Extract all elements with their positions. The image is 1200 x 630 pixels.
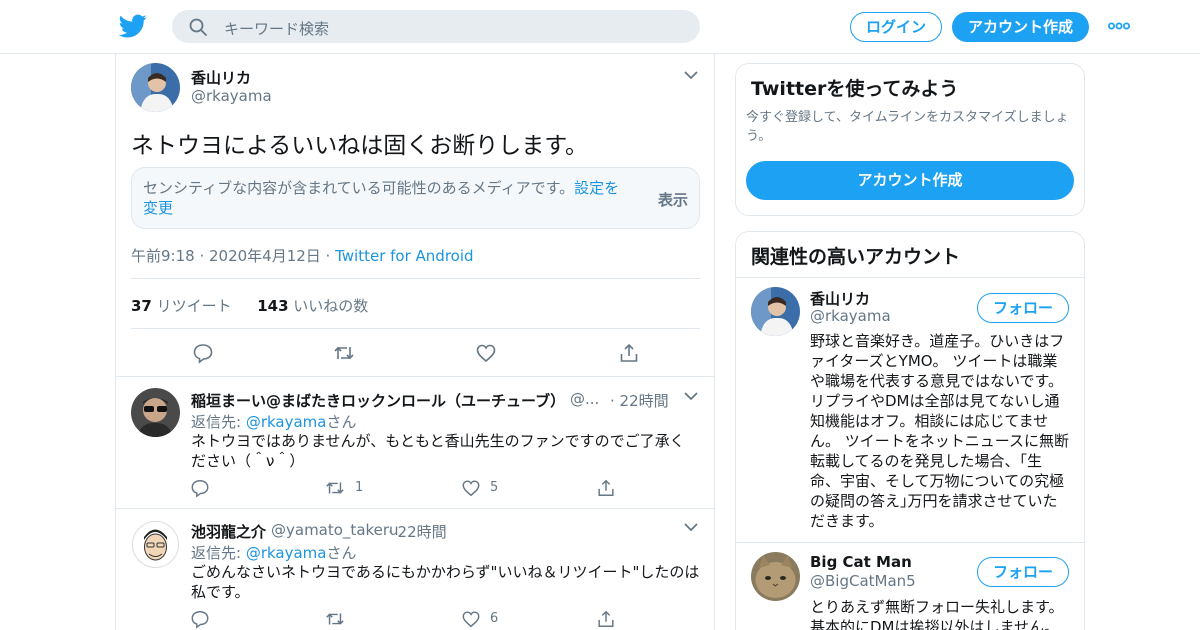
avatar[interactable] [131,520,180,569]
retweet-label[interactable]: リツイート [152,297,232,315]
user-photo-icon [131,388,180,437]
reply-author-handle[interactable]: @... [570,390,599,408]
divider [736,542,1084,543]
reply-to-prefix: 返信先: [191,413,246,431]
retweet-icon[interactable] [325,478,345,498]
share-icon[interactable] [618,342,640,364]
try-twitter-card: Twitterを使ってみよう 今すぐ登録して、タイムラインをカスタマイズしましょ… [735,63,1085,216]
sensitive-media-notice: センシティブな内容が含まれている可能性のあるメディアです。設定を変更 表示 [131,167,700,229]
reply-text: ネトウヨではありませんが、もともと香山先生のファンですのでご了承ください（＾ν＾… [191,432,685,470]
reply-to-line: 返信先: @rkayamaさん [191,542,357,563]
sensitive-notice-text: センシティブな内容が含まれている可能性のあるメディアです。 [143,179,575,197]
reply-to-prefix: 返信先: [191,544,246,562]
cat-photo-icon [751,552,800,601]
reply-to-suffix: さん [326,544,357,562]
try-twitter-title: Twitterを使ってみよう [751,78,959,100]
show-media-button[interactable]: 表示 [658,189,688,210]
reply-author-handle[interactable]: @yamato_takeru [271,521,399,539]
reply-author-name[interactable]: 池羽龍之介 [191,521,266,542]
like-count[interactable]: 6 [490,611,498,626]
related-accounts-card: 関連性の高いアカウント 香山リカ @rkayama フォロー 野球と音楽好き。道… [735,231,1085,630]
account-handle[interactable]: @rkayama [810,307,891,325]
tweet-timestamp[interactable]: 午前9:18 · 2020年4月12日 · [131,247,335,265]
retweet-count[interactable]: 37 [131,297,152,315]
avatar[interactable] [131,388,180,437]
divider [131,328,700,329]
retweet-icon[interactable] [333,342,355,364]
divider [116,508,714,509]
follow-button[interactable]: フォロー [977,557,1069,587]
reply-to-line: 返信先: @rkayamaさん [191,411,357,432]
account-name[interactable]: 香山リカ [810,288,870,309]
tweet-meta: 午前9:18 · 2020年4月12日 · Twitter for Androi… [131,245,474,266]
retweet-count[interactable]: 1 [355,480,363,495]
login-button[interactable]: ログイン [850,12,942,42]
reply-time[interactable]: · 22時間 [610,390,669,411]
divider [736,277,1084,278]
like-count[interactable]: 143 [257,297,288,315]
avatar[interactable] [751,287,800,336]
avatar[interactable] [751,552,800,601]
search-icon [189,18,207,36]
account-name[interactable]: Big Cat Man [810,553,912,571]
related-accounts-title: 関連性の高いアカウント [751,246,961,268]
top-bar: キーワード検索 ログイン アカウント作成 [0,0,1200,54]
like-label[interactable]: いいねの数 [289,297,368,315]
chevron-down-icon[interactable] [684,70,698,80]
like-icon[interactable] [461,609,481,629]
tweet-text: ネトウヨによるいいねは固くお断りします。 [131,133,589,159]
reply-to-link[interactable]: @rkayama [246,413,327,431]
share-icon[interactable] [596,609,616,629]
account-bio: とりあえず無断フォロー失礼します。基本的にDMは挨拶以外はしません。 [810,598,1064,630]
more-options-icon[interactable] [1108,22,1130,30]
like-icon[interactable] [475,342,497,364]
tweet-stats: 37 リツイート 143 いいねの数 [131,295,368,316]
search-input[interactable]: キーワード検索 [224,18,329,39]
chevron-down-icon[interactable] [684,522,698,532]
share-icon[interactable] [596,478,616,498]
reply-icon[interactable] [190,478,210,498]
try-twitter-subtitle: 今すぐ登録して、タイムラインをカスタマイズしましょう。 [746,110,1069,144]
divider [116,376,714,377]
search-bar[interactable]: キーワード検索 [172,10,700,43]
user-photo-icon [751,287,800,336]
retweet-icon[interactable] [325,609,345,629]
signup-button[interactable]: アカウント作成 [746,161,1074,200]
user-photo-icon [131,63,180,112]
tweet-author-handle[interactable]: @rkayama [191,87,272,105]
tweet-source-link[interactable]: Twitter for Android [335,247,473,265]
reply-to-link[interactable]: @rkayama [246,544,327,562]
reply-author-name[interactable]: 稲垣まーい@まばたきロックンロール（ユーチューブ） [191,390,565,411]
signup-button[interactable]: アカウント作成 [952,12,1089,42]
follow-button[interactable]: フォロー [977,293,1069,323]
tweet-author-name[interactable]: 香山リカ [191,67,251,88]
account-handle[interactable]: @BigCatMan5 [810,572,916,590]
reply-icon[interactable] [190,609,210,629]
timeline: 香山リカ @rkayama ネトウヨによるいいねは固くお断りします。 センシティ… [115,54,715,630]
reply-icon[interactable] [192,342,214,364]
chevron-down-icon[interactable] [684,391,698,401]
like-icon[interactable] [461,478,481,498]
reply-time[interactable]: · 22時間 [388,521,447,542]
account-bio: 野球と音楽好き。道産子。ひいきはファイターズとYMO。 ツイートは職業や職場を代… [810,332,1070,530]
reply-to-suffix: さん [326,413,357,431]
avatar[interactable] [131,63,180,112]
twitter-bird-icon[interactable] [119,12,147,40]
reply-text: ごめんなさいネトウヨであるにもかかわらず"いいね＆リツイート"したのは私です。 [191,563,700,601]
user-photo-icon [131,520,180,569]
like-count[interactable]: 5 [490,480,498,495]
divider [131,278,700,279]
